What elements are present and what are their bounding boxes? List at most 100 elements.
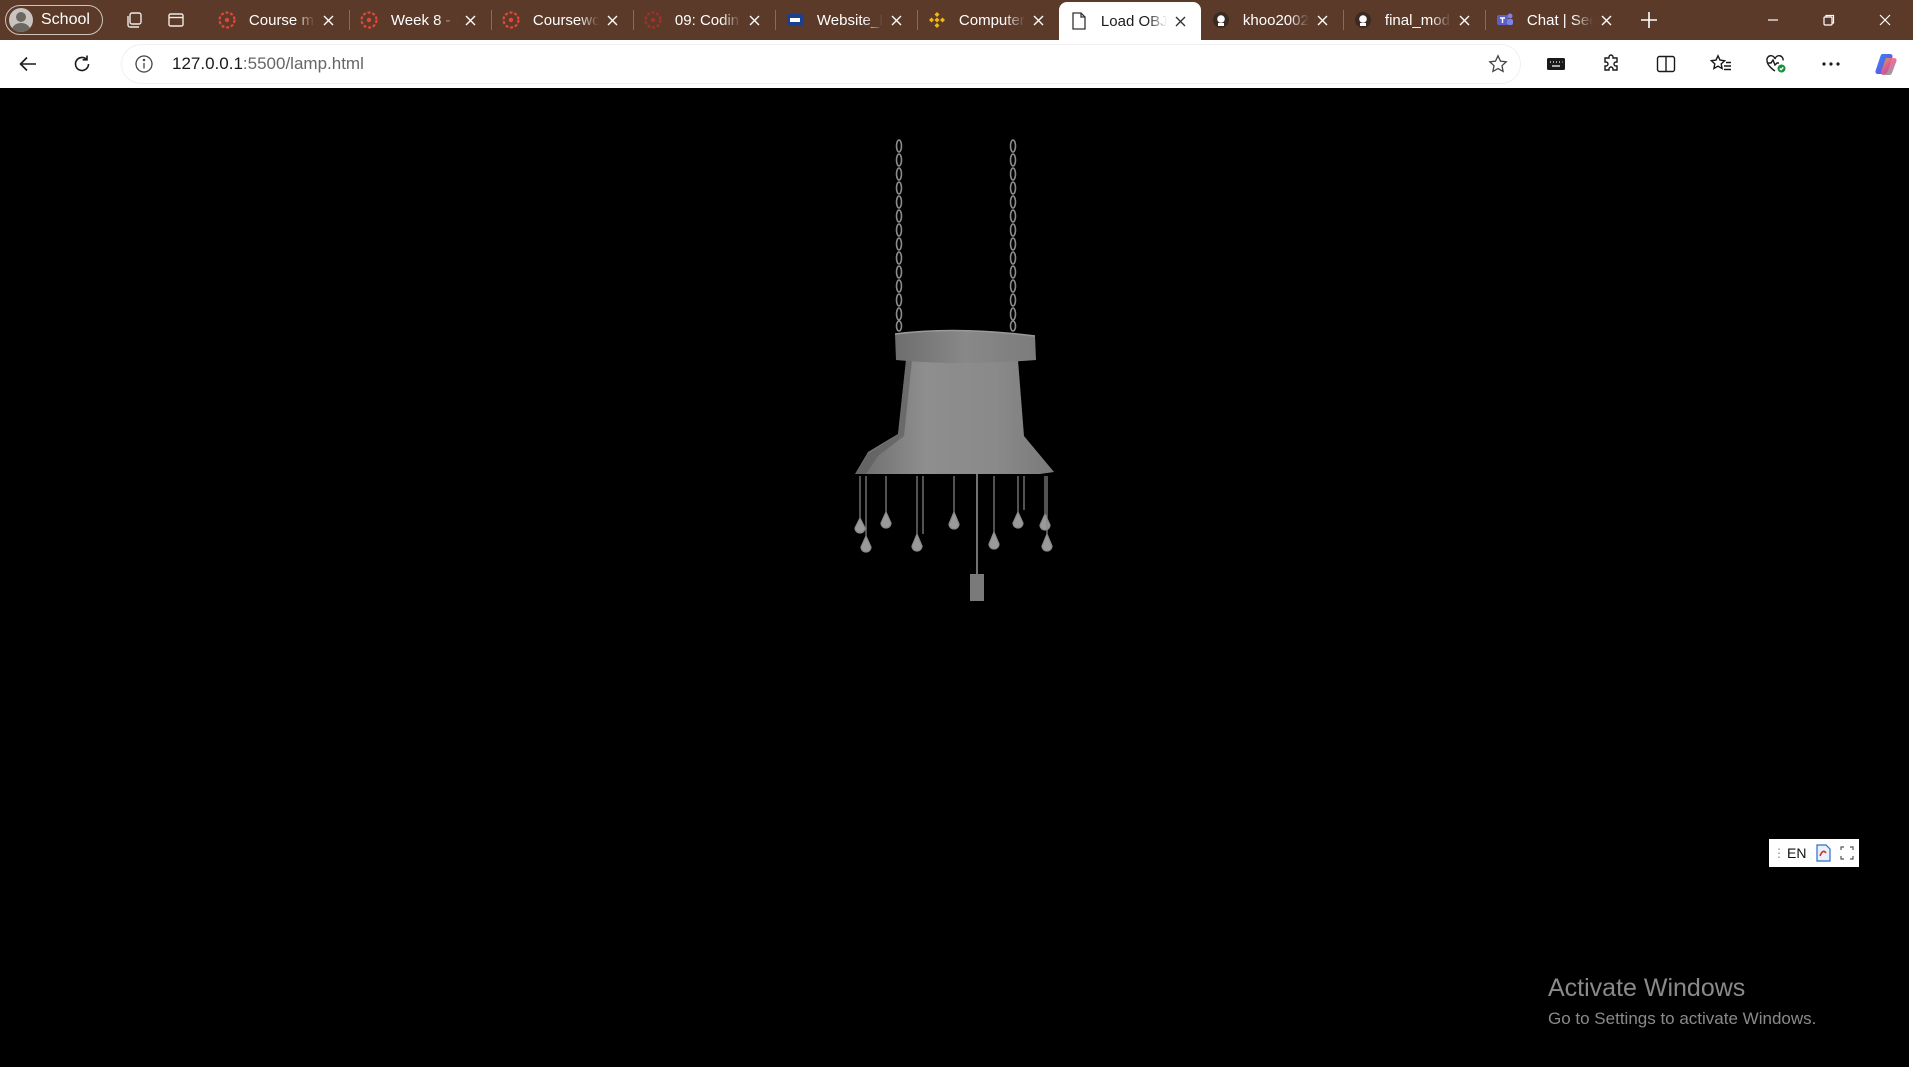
chain-right xyxy=(1009,139,1017,332)
language-toolbar[interactable]: ⋮ EN xyxy=(1769,839,1859,867)
close-tab-icon[interactable] xyxy=(1455,10,1475,30)
copilot-button[interactable] xyxy=(1858,44,1913,84)
close-window-button[interactable] xyxy=(1857,0,1913,40)
github-icon xyxy=(1353,10,1373,30)
keyboard-button[interactable] xyxy=(1528,44,1583,84)
browser-tab[interactable]: Website_I xyxy=(774,0,917,40)
url-text[interactable]: 127.0.0.1:5500/lamp.html xyxy=(172,54,364,74)
avatar-icon xyxy=(9,8,33,32)
url-path: :5500/lamp.html xyxy=(242,54,364,73)
refresh-icon xyxy=(74,55,90,72)
split-screen-button[interactable] xyxy=(1638,44,1693,84)
back-arrow-icon xyxy=(19,56,36,72)
canvas-icon xyxy=(501,10,521,30)
keyboard-icon xyxy=(1546,58,1565,70)
close-tab-icon[interactable] xyxy=(603,10,623,30)
close-icon xyxy=(1879,14,1891,26)
minimize-button[interactable] xyxy=(1745,0,1801,40)
tab-actions-button[interactable] xyxy=(155,4,197,36)
browser-tab[interactable]: Course m xyxy=(207,0,349,40)
site-info-button[interactable] xyxy=(122,45,166,83)
tab-strip: School Course m Week 8 - I Coursewo 09: … xyxy=(0,0,1913,40)
close-tab-icon[interactable] xyxy=(1171,11,1191,31)
close-tab-icon[interactable] xyxy=(1597,10,1617,30)
star-icon xyxy=(1488,54,1508,73)
plus-icon xyxy=(1640,12,1657,28)
ime-pad-icon[interactable] xyxy=(1814,843,1832,863)
browser-essentials-button[interactable] xyxy=(1748,44,1803,84)
tab-title: Course m xyxy=(248,11,314,29)
browser-tab[interactable]: Chat | See xyxy=(1484,0,1627,40)
more-options-button[interactable] xyxy=(1803,44,1858,84)
browser-tab[interactable]: Coursewo xyxy=(490,0,633,40)
tab-title: 09: Codin xyxy=(674,11,740,29)
chain-left xyxy=(895,139,903,332)
split-screen-icon xyxy=(1656,55,1675,73)
github-icon xyxy=(1211,10,1231,30)
browser-tab[interactable]: khoo2002 xyxy=(1201,0,1343,40)
puzzle-icon xyxy=(1603,54,1618,71)
tab-title: Website_I xyxy=(816,11,883,29)
tab-title: Computer xyxy=(958,11,1025,29)
tab-title: Load OBJ xyxy=(1100,12,1167,30)
tab-actions-icon xyxy=(168,13,184,27)
address-bar[interactable]: 127.0.0.1:5500/lamp.html xyxy=(122,45,1520,83)
grip-icon: ⋮ xyxy=(1773,846,1785,860)
browser-tab[interactable]: Week 8 - I xyxy=(348,0,491,40)
profile-label: School xyxy=(41,11,90,28)
tab-title: Chat | See xyxy=(1526,11,1593,29)
workspaces-button[interactable] xyxy=(113,4,155,36)
close-tab-icon[interactable] xyxy=(461,10,481,30)
watermark-title: Activate Windows xyxy=(1548,974,1746,1002)
lamp-cap xyxy=(895,330,1036,363)
refresh-button[interactable] xyxy=(60,44,104,84)
canvas-icon xyxy=(217,10,237,30)
close-tab-icon[interactable] xyxy=(1029,10,1049,30)
tab-title: Week 8 - I xyxy=(390,11,457,29)
canvas-icon xyxy=(643,10,663,30)
tab-title: khoo2002 xyxy=(1242,11,1309,29)
tab-title: final_mod xyxy=(1384,11,1450,29)
extensions-button[interactable] xyxy=(1583,44,1638,84)
canvas-icon xyxy=(359,10,379,30)
crystal-drops xyxy=(854,476,1053,553)
watermark-subtitle: Go to Settings to activate Windows. xyxy=(1548,1009,1817,1028)
tab-title: Coursewo xyxy=(532,11,599,29)
browser-tab-active[interactable]: Load OBJ xyxy=(1058,2,1201,40)
restore-icon xyxy=(1823,14,1835,26)
chandelier-model xyxy=(854,139,1054,601)
browser-toolbar: 127.0.0.1:5500/lamp.html xyxy=(0,40,1913,88)
new-tab-button[interactable] xyxy=(1627,0,1671,40)
expand-icon[interactable] xyxy=(1840,846,1855,860)
pull-weight xyxy=(970,574,984,601)
activate-windows-watermark: Activate Windows Go to Settings to activ… xyxy=(1548,974,1816,1029)
close-tab-icon[interactable] xyxy=(887,10,907,30)
minimize-icon xyxy=(1768,19,1778,21)
teams-icon xyxy=(1495,10,1515,30)
copilot-icon xyxy=(1874,54,1897,75)
heart-pulse-icon xyxy=(1765,55,1785,73)
language-code[interactable]: EN xyxy=(1787,845,1806,861)
close-tab-icon[interactable] xyxy=(1313,10,1333,30)
restore-button[interactable] xyxy=(1801,0,1857,40)
workspaces-icon xyxy=(127,12,142,28)
window-controls xyxy=(1745,0,1913,40)
close-tab-icon[interactable] xyxy=(319,10,339,30)
info-icon xyxy=(135,55,153,73)
favorite-button[interactable] xyxy=(1476,45,1520,83)
browser-tab[interactable]: 09: Codin xyxy=(632,0,775,40)
back-button[interactable] xyxy=(6,44,50,84)
webgl-canvas[interactable]: ⋮ EN xyxy=(0,88,1909,1067)
site-icon xyxy=(785,10,805,30)
more-icon xyxy=(1821,62,1840,66)
lamp-shade xyxy=(855,360,1054,474)
favorites-icon xyxy=(1709,54,1731,71)
url-host: 127.0.0.1 xyxy=(172,54,243,73)
binance-icon xyxy=(927,10,947,30)
browser-tab[interactable]: final_mod xyxy=(1342,0,1485,40)
close-tab-icon[interactable] xyxy=(745,10,765,30)
favorites-button[interactable] xyxy=(1693,44,1748,84)
browser-tab[interactable]: Computer xyxy=(916,0,1059,40)
profile-button[interactable]: School xyxy=(5,5,103,35)
page-icon xyxy=(1069,11,1089,31)
